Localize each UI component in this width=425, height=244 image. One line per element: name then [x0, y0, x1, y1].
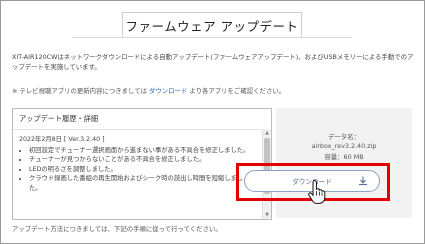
page-title: ファームウェア アップデート	[122, 12, 302, 38]
file-name-label: データ名：	[328, 133, 360, 141]
footer-text: アップデート方法につきましては、下記の手順に従って行ってください。	[12, 225, 222, 233]
history-body: 2022年2月8日 [ Ver.3.2.40 ] 初回設定でチューナー選択画面か…	[19, 135, 255, 194]
history-heading: アップデート履歴・詳細	[13, 109, 271, 130]
history-item: 初回設定でチューナー選択画面から進まない事がある不具合を修正しました。	[29, 146, 255, 156]
app-update-notice: ※ テレビ視聴アプリの更新内容につきましては ダウンロード より各アプリをご確認…	[12, 86, 414, 96]
file-name: airbox_rev3.2.40.zip	[311, 142, 377, 150]
notice-prefix: ※ テレビ視聴アプリの更新内容につきましては	[12, 87, 147, 95]
scroll-down-icon[interactable]: ▼	[264, 212, 270, 218]
download-link[interactable]: ダウンロード	[149, 87, 187, 95]
history-item: チューナーが見つからないことがある不具合を修正しました。	[29, 155, 255, 165]
intro-description: XIT-AIR120CWはネットワークダウンロードによる自動アップデート(ファー…	[12, 53, 414, 71]
update-history-box[interactable]: アップデート履歴・詳細 2022年2月8日 [ Ver.3.2.40 ] 初回設…	[12, 108, 272, 220]
file-size: 容量：60 MB	[324, 153, 364, 161]
history-list: 初回設定でチューナー選択画面から進まない事がある不具合を修正しました。 チューナ…	[19, 146, 255, 194]
scroll-up-icon[interactable]: ▲	[264, 130, 270, 136]
history-date: 2022年2月8日 [ Ver.3.2.40 ]	[19, 136, 105, 143]
notice-suffix: より各アプリをご確認ください。	[189, 87, 286, 95]
download-icon	[359, 176, 367, 186]
title-divider	[72, 37, 352, 38]
history-item: クラウド録画した番組の再生開始およびシーク時の読出し時間を短縮しました。	[29, 174, 255, 193]
history-item: LEDの明るさを調整しました。	[29, 165, 255, 175]
hand-pointer-icon	[308, 180, 326, 204]
